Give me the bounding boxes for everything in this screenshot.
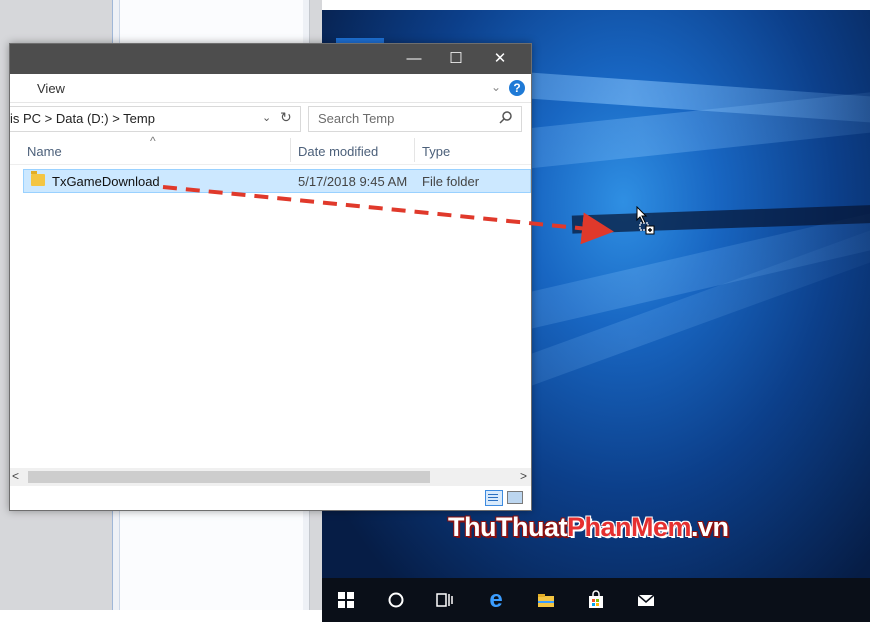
copy-cursor-icon [636,205,656,236]
drag-arrow [162,185,614,245]
drag-direction-arrow [162,185,614,245]
